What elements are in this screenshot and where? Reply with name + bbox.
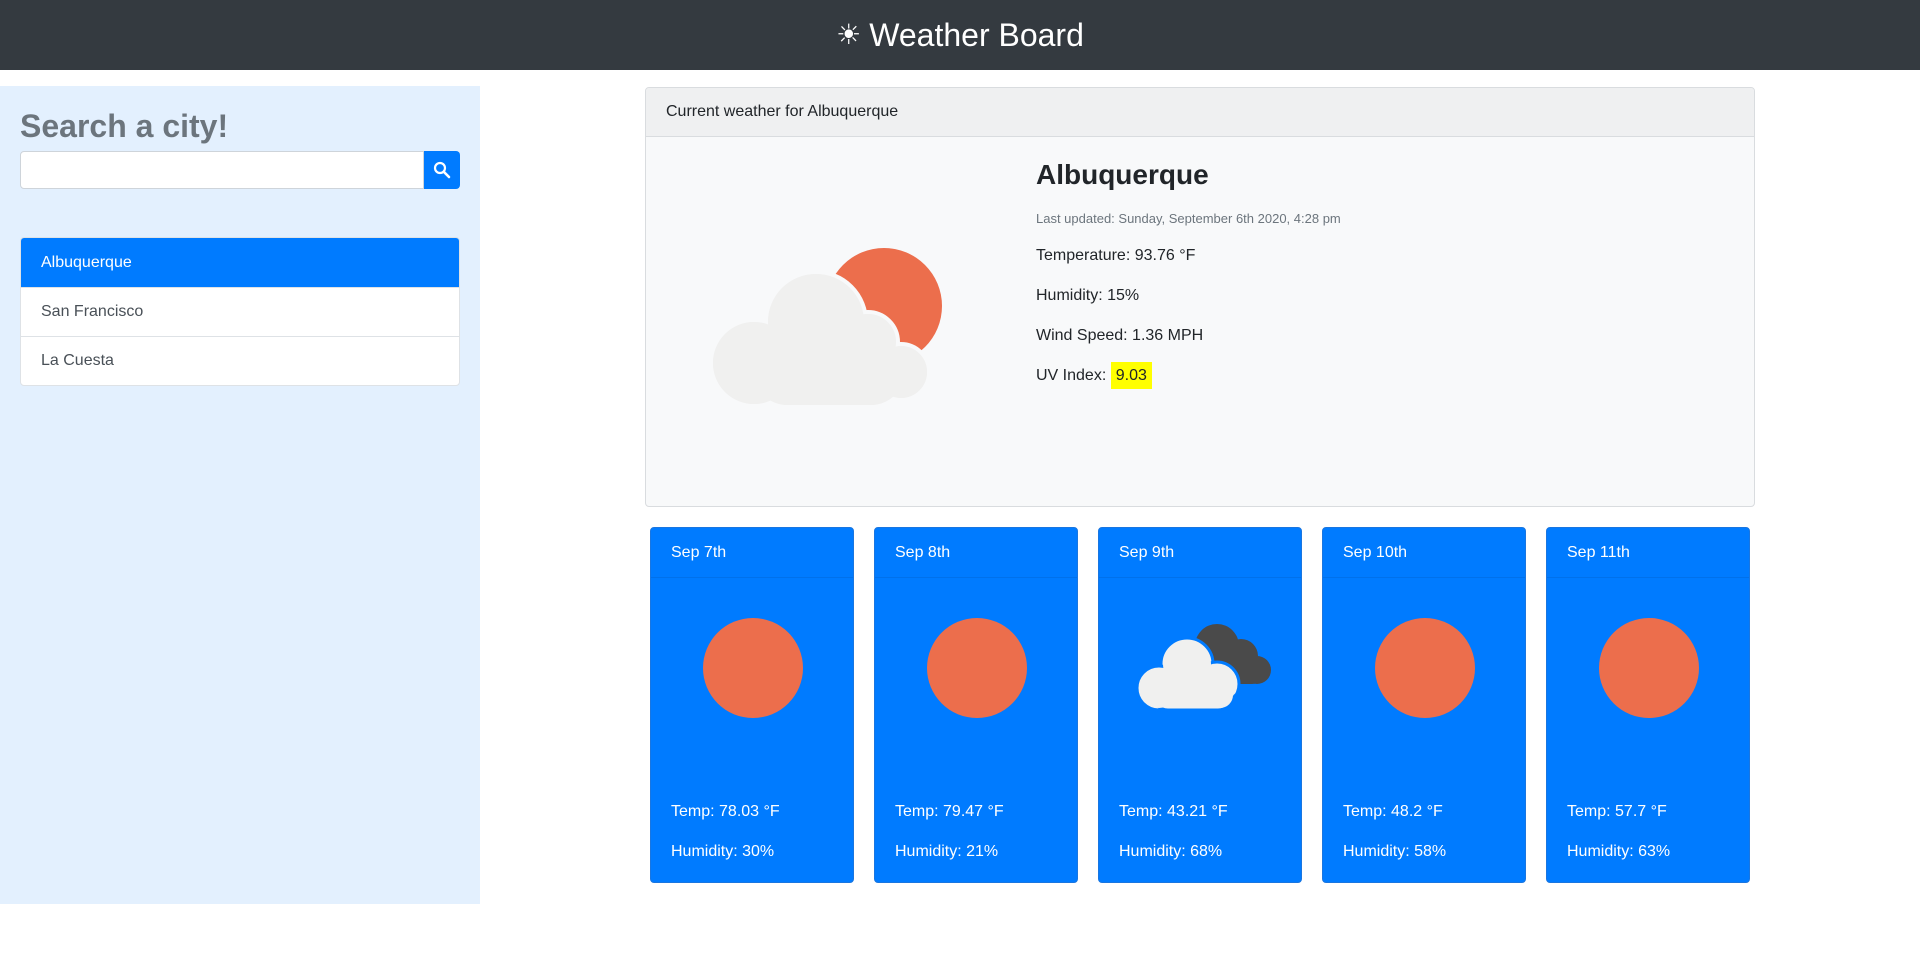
forecast-card: Sep 9th Temp: 43.21 °F Humidity: 68%: [1098, 527, 1302, 883]
uv-index-value: 9.03: [1110, 362, 1152, 389]
forecast-humidity: Humidity: 30%: [671, 843, 775, 860]
current-temperature: Temperature: 93.76 °F: [1036, 247, 1196, 264]
forecast-date: Sep 11th: [1547, 528, 1749, 578]
forecast-card: Sep 10th Temp: 48.2 °F Humidity: 58%: [1322, 527, 1526, 883]
uv-index-label: UV Index:: [1036, 367, 1107, 384]
forecast-card: Sep 7th Temp: 78.03 °F Humidity: 30%: [650, 527, 854, 883]
current-weather-body: Albuquerque Last updated: Sunday, Septem…: [646, 137, 1754, 506]
navbar: ☀ Weather Board: [0, 0, 1920, 70]
forecast-temp: Temp: 43.21 °F: [1119, 803, 1228, 820]
sun-icon: ☀: [836, 19, 862, 50]
forecast-date: Sep 7th: [651, 528, 853, 578]
search-heading: Search a city!: [20, 108, 229, 144]
sun-icon: [1323, 618, 1525, 718]
city-history-list: Albuquerque San Francisco La Cuesta: [20, 237, 460, 386]
current-uv-index: UV Index: 9.03: [1036, 362, 1341, 389]
sun-icon: [875, 618, 1077, 718]
forecast-date: Sep 9th: [1099, 528, 1301, 578]
sun-icon: [651, 618, 853, 718]
forecast-temp: Temp: 79.47 °F: [895, 803, 1004, 820]
current-weather-card: Current weather for Albuquerque Albuquer…: [645, 87, 1755, 507]
forecast-humidity: Humidity: 68%: [1119, 843, 1223, 860]
last-updated: Last updated: Sunday, September 6th 2020…: [1036, 211, 1341, 226]
search-bar: [20, 151, 460, 189]
search-icon: [433, 161, 451, 179]
current-humidity: Humidity: 15%: [1036, 287, 1140, 304]
app-title: ☀ Weather Board: [836, 17, 1084, 54]
forecast-humidity: Humidity: 63%: [1567, 843, 1671, 860]
city-item-san-francisco[interactable]: San Francisco: [21, 287, 459, 336]
current-wind-speed: Wind Speed: 1.36 MPH: [1036, 327, 1204, 344]
forecast-temp: Temp: 48.2 °F: [1343, 803, 1443, 820]
city-search-input[interactable]: [20, 151, 424, 189]
cloud-icon: [1099, 618, 1301, 718]
sidebar: Search a city! Albuquerque San Francisco…: [0, 86, 480, 904]
search-button[interactable]: [424, 151, 460, 189]
current-weather-header: Current weather for Albuquerque: [646, 88, 1754, 137]
forecast-humidity: Humidity: 58%: [1343, 843, 1447, 860]
current-weather-info: Albuquerque Last updated: Sunday, Septem…: [1036, 159, 1341, 406]
forecast-humidity: Humidity: 21%: [895, 843, 999, 860]
forecast-temp: Temp: 78.03 °F: [671, 803, 780, 820]
city-item-la-cuesta[interactable]: La Cuesta: [21, 336, 459, 385]
forecast-card: Sep 11th Temp: 57.7 °F Humidity: 63%: [1546, 527, 1750, 883]
partly-cloudy-icon: [706, 237, 966, 422]
sun-icon: [1547, 618, 1749, 718]
app-title-text: Weather Board: [869, 16, 1084, 53]
forecast-date: Sep 8th: [875, 528, 1077, 578]
current-city-name: Albuquerque: [1036, 159, 1209, 190]
forecast-card: Sep 8th Temp: 79.47 °F Humidity: 21%: [874, 527, 1078, 883]
forecast-date: Sep 10th: [1323, 528, 1525, 578]
city-item-albuquerque[interactable]: Albuquerque: [21, 238, 459, 287]
forecast-temp: Temp: 57.7 °F: [1567, 803, 1667, 820]
